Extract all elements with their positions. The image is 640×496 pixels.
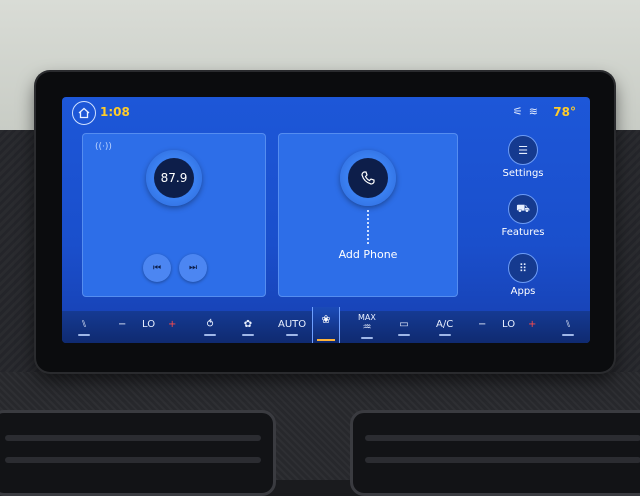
radio-frequency: 87.9 xyxy=(154,158,194,198)
auto-label: AUTO xyxy=(278,319,307,330)
recirculate-icon: ⥀ xyxy=(206,319,214,330)
previous-icon: ⏮ xyxy=(152,263,162,273)
passenger-seat-heat-button[interactable]: ⑊ xyxy=(562,319,574,336)
voice-icon: ⚟ xyxy=(512,105,523,118)
home-icon xyxy=(78,107,90,119)
home-button[interactable] xyxy=(72,101,96,125)
next-icon: ⏭ xyxy=(188,263,198,273)
grid-icon: ⠿ xyxy=(508,253,538,283)
rear-defrost-button[interactable]: ▭ xyxy=(398,319,410,336)
left-air-vent xyxy=(0,410,276,496)
fan-icon: ✿ xyxy=(243,319,253,330)
radio-station-button[interactable]: 87.9 xyxy=(146,150,202,206)
ac-label: A/C xyxy=(436,319,454,330)
settings-label: Settings xyxy=(502,168,544,179)
climate-icon: ❀ xyxy=(321,313,331,326)
features-label: Features xyxy=(501,227,545,238)
radio-signal-icon: ((·)) xyxy=(95,142,112,152)
seek-back-button[interactable]: ⏮ xyxy=(143,254,171,282)
phone-button[interactable] xyxy=(340,150,396,206)
add-phone-label: Add Phone xyxy=(338,248,398,261)
connector-dots xyxy=(367,210,369,246)
max-label: MAX xyxy=(358,313,376,322)
passenger-temp-display: LO xyxy=(502,319,516,330)
recirculate-button[interactable]: ⥀ xyxy=(204,319,216,336)
driver-temp-display: LO xyxy=(142,319,156,330)
features-button[interactable]: ⛟ Features xyxy=(488,194,558,238)
settings-button[interactable]: ☰ Settings xyxy=(488,135,558,179)
apps-button[interactable]: ⠿ Apps xyxy=(488,253,558,297)
phone-icon xyxy=(361,171,375,185)
seat-heat-icon: ⑊ xyxy=(81,319,87,330)
phone-card[interactable]: Add Phone xyxy=(278,133,458,297)
rear-defrost-icon: ▭ xyxy=(399,319,409,330)
fan-button[interactable]: ✿ xyxy=(242,319,254,336)
sliders-icon: ☰ xyxy=(508,135,538,165)
climate-bar: ⑊ − LO + ⥀ ✿ AUTO ❀ MAX ♒ ▭ A/C − LO + ⑊ xyxy=(62,307,590,343)
defrost-icon: ♒ xyxy=(362,322,372,333)
passenger-temp-down-button[interactable]: − xyxy=(478,319,486,330)
driver-temp-up-button[interactable]: + xyxy=(168,319,176,330)
ac-button[interactable]: A/C xyxy=(436,319,453,336)
infotainment-screen: 1:08 ⚟ ≋ 78° ((·)) 87.9 ⏮ ⏭ Add Phone ☰ xyxy=(62,97,590,343)
outside-temperature: 78° xyxy=(553,105,576,119)
max-defrost-button[interactable]: MAX ♒ xyxy=(358,313,376,339)
car-icon: ⛟ xyxy=(508,194,538,224)
radio-card[interactable]: ((·)) 87.9 ⏮ ⏭ xyxy=(82,133,266,297)
wifi-icon: ≋ xyxy=(528,105,538,118)
driver-temp-down-button[interactable]: − xyxy=(118,319,126,330)
right-air-vent xyxy=(350,410,640,496)
apps-label: Apps xyxy=(510,286,536,297)
seat-heat-icon: ⑊ xyxy=(565,319,571,330)
seek-forward-button[interactable]: ⏭ xyxy=(179,254,207,282)
auto-button[interactable]: AUTO xyxy=(278,319,306,336)
driver-seat-heat-button[interactable]: ⑊ xyxy=(78,319,90,336)
clock: 1:08 xyxy=(100,105,130,119)
passenger-temp-up-button[interactable]: + xyxy=(528,319,536,330)
status-icons: ⚟ ≋ xyxy=(513,105,538,118)
climate-center-button[interactable]: ❀ xyxy=(312,307,340,343)
